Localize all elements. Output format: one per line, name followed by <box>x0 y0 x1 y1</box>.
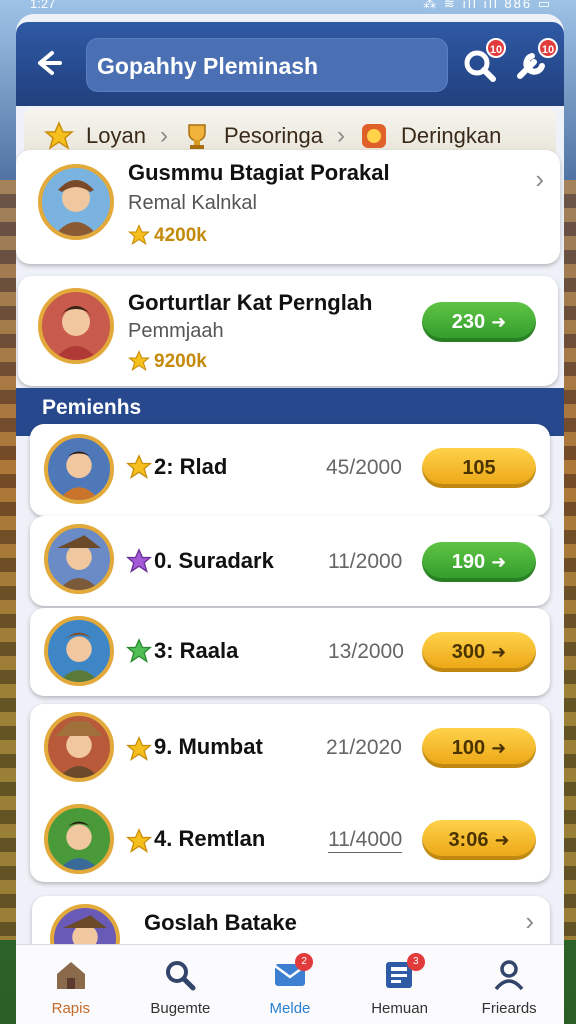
player-name: Goslah Batake <box>144 910 297 935</box>
claim-button[interactable]: 230 ➜ <box>422 302 536 342</box>
claim-button-label: 230 <box>451 311 486 333</box>
settings-badge: 10 <box>538 38 558 58</box>
nav-news-badge: 3 <box>406 953 425 971</box>
status-bar: 1:27 ⁂ ≋ ıll ıll 886 ▭ <box>0 0 576 14</box>
nav-news-label: Hemuan <box>371 1000 428 1017</box>
status-icons: ⁂ ≋ ıll ıll 886 ▭ <box>423 0 552 11</box>
player-rank-name: 9. Mumbat <box>154 734 263 759</box>
player-points: 9200k <box>154 351 207 372</box>
chevron-right-icon: › <box>525 906 534 936</box>
search-badge: 10 <box>486 38 506 58</box>
player-rank-name: 0. Suradark <box>154 548 274 573</box>
crumb-item[interactable]: Pesoringa <box>182 121 323 151</box>
leaderboard-group: 9. Mumbat 21/2020 100 ➜ 4. Remtlan 11/400… <box>30 704 550 882</box>
player-score: 11/4000 <box>328 828 403 853</box>
player-rank-name: 3: Raala <box>154 638 239 663</box>
star-icon <box>44 121 74 150</box>
player-score: 21/2020 <box>326 736 402 759</box>
reward-button-label: 105 <box>462 457 496 479</box>
leaderboard-row[interactable]: 9. Mumbat 21/2020 100 ➜ <box>30 704 550 792</box>
chevron-right-icon: › <box>337 122 346 149</box>
player-score: 13/2000 <box>328 640 404 663</box>
status-time: 1:27 <box>30 0 56 11</box>
search-input[interactable]: Gopahhy Pleminash <box>86 38 448 92</box>
nav-messages-label: Melde <box>269 1000 311 1017</box>
star-icon <box>126 736 152 761</box>
reward-button[interactable]: 3:06 ➜ <box>422 820 536 860</box>
nav-friends[interactable]: Frieards <box>454 945 564 1024</box>
player-name: Gusmmu Btagiat Porakal <box>128 160 390 185</box>
medal-icon <box>362 124 387 148</box>
chevron-right-icon: › <box>535 164 544 194</box>
leaderboard-row[interactable]: 3: Raala 13/2000 300 ➜ <box>30 608 550 696</box>
arrow-right-icon: ➜ <box>491 738 507 758</box>
nav-search[interactable]: Bugemte <box>126 945 236 1024</box>
avatar <box>38 164 114 240</box>
player-subtitle: Remal Kalnkal <box>128 192 257 214</box>
crumb-label: Pesoringa <box>223 123 324 148</box>
star-icon <box>126 828 152 853</box>
player-points: 4200k <box>154 225 207 246</box>
arrow-right-icon: ➜ <box>494 830 510 850</box>
nav-messages[interactable]: 2 Melde <box>235 945 345 1024</box>
player-score: 11/2000 <box>328 550 403 573</box>
arrow-right-icon: ➜ <box>491 312 507 332</box>
search-button[interactable]: 10 <box>460 38 506 86</box>
reward-button[interactable]: 100 ➜ <box>422 728 536 768</box>
player-subtitle: Pemmjaah <box>128 320 224 342</box>
avatar <box>44 524 114 594</box>
nav-messages-badge: 2 <box>295 953 314 971</box>
player-name: Gorturtlar Kat Pernglah <box>128 290 373 315</box>
crumb-item[interactable]: Loyan <box>44 121 146 151</box>
player-score: 45/2000 <box>326 456 402 479</box>
back-arrow-icon[interactable] <box>30 46 64 80</box>
trophy-icon <box>188 124 206 149</box>
reward-button-label: 190 <box>451 551 486 573</box>
star-icon <box>126 454 152 479</box>
player-card[interactable]: Gusmmu Btagiat Porakal Remal Kalnkal 420… <box>16 150 560 264</box>
avatar <box>44 616 114 686</box>
avatar <box>44 712 114 782</box>
crumb-label: Loyan <box>86 123 146 148</box>
arrow-right-icon: ➜ <box>491 552 507 572</box>
reward-button[interactable]: 190 ➜ <box>422 542 536 582</box>
reward-button-label: 300 <box>451 641 486 663</box>
nav-friends-label: Frieards <box>481 1000 537 1017</box>
chevron-right-icon: › <box>159 122 168 149</box>
nav-home-label: Rapis <box>51 1000 90 1017</box>
leaderboard-row[interactable]: 2: Rlad 45/2000 105 <box>30 424 550 516</box>
nav-home[interactable]: Rapis <box>16 945 126 1024</box>
search-icon <box>166 961 196 991</box>
avatar <box>38 288 114 364</box>
leaderboard-row[interactable]: 0. Suradark 11/2000 190 ➜ <box>30 516 550 606</box>
star-green-icon <box>126 638 152 663</box>
star-icon <box>128 350 150 372</box>
user-icon <box>494 960 524 991</box>
crumb-item[interactable]: Deringkan <box>359 121 501 151</box>
star-purple-icon <box>126 548 152 573</box>
player-card[interactable]: Gorturtlar Kat Pernglah Pemmjaah 9200k 2… <box>18 276 558 386</box>
player-rank-name: 2: Rlad <box>154 454 228 479</box>
avatar <box>44 804 114 874</box>
star-icon <box>128 224 150 246</box>
reward-button-label: 100 <box>451 737 486 759</box>
settings-button[interactable]: 10 <box>512 38 558 86</box>
avatar <box>44 434 114 504</box>
arrow-right-icon: ➜ <box>491 642 507 662</box>
home-icon <box>56 962 85 989</box>
nav-news[interactable]: 3 Hemuan <box>345 945 455 1024</box>
app-window: Gopahhy Pleminash 10 10 Loyan › Pesoring… <box>16 14 564 1024</box>
crumb-label: Deringkan <box>401 123 502 148</box>
player-rank-name: 4. Remtlan <box>154 826 266 851</box>
top-header: Gopahhy Pleminash 10 10 <box>16 22 564 106</box>
nav-search-label: Bugemte <box>150 1000 211 1017</box>
reward-button[interactable]: 105 <box>422 448 536 488</box>
reward-button[interactable]: 300 ➜ <box>422 632 536 672</box>
leaderboard-row[interactable]: 4. Remtlan 11/4000 3:06 ➜ <box>30 796 550 882</box>
reward-button-label: 3:06 <box>448 829 489 851</box>
bottom-navigation: Rapis Bugemte 2 Melde 3 Hemuan Frieards <box>16 944 564 1024</box>
